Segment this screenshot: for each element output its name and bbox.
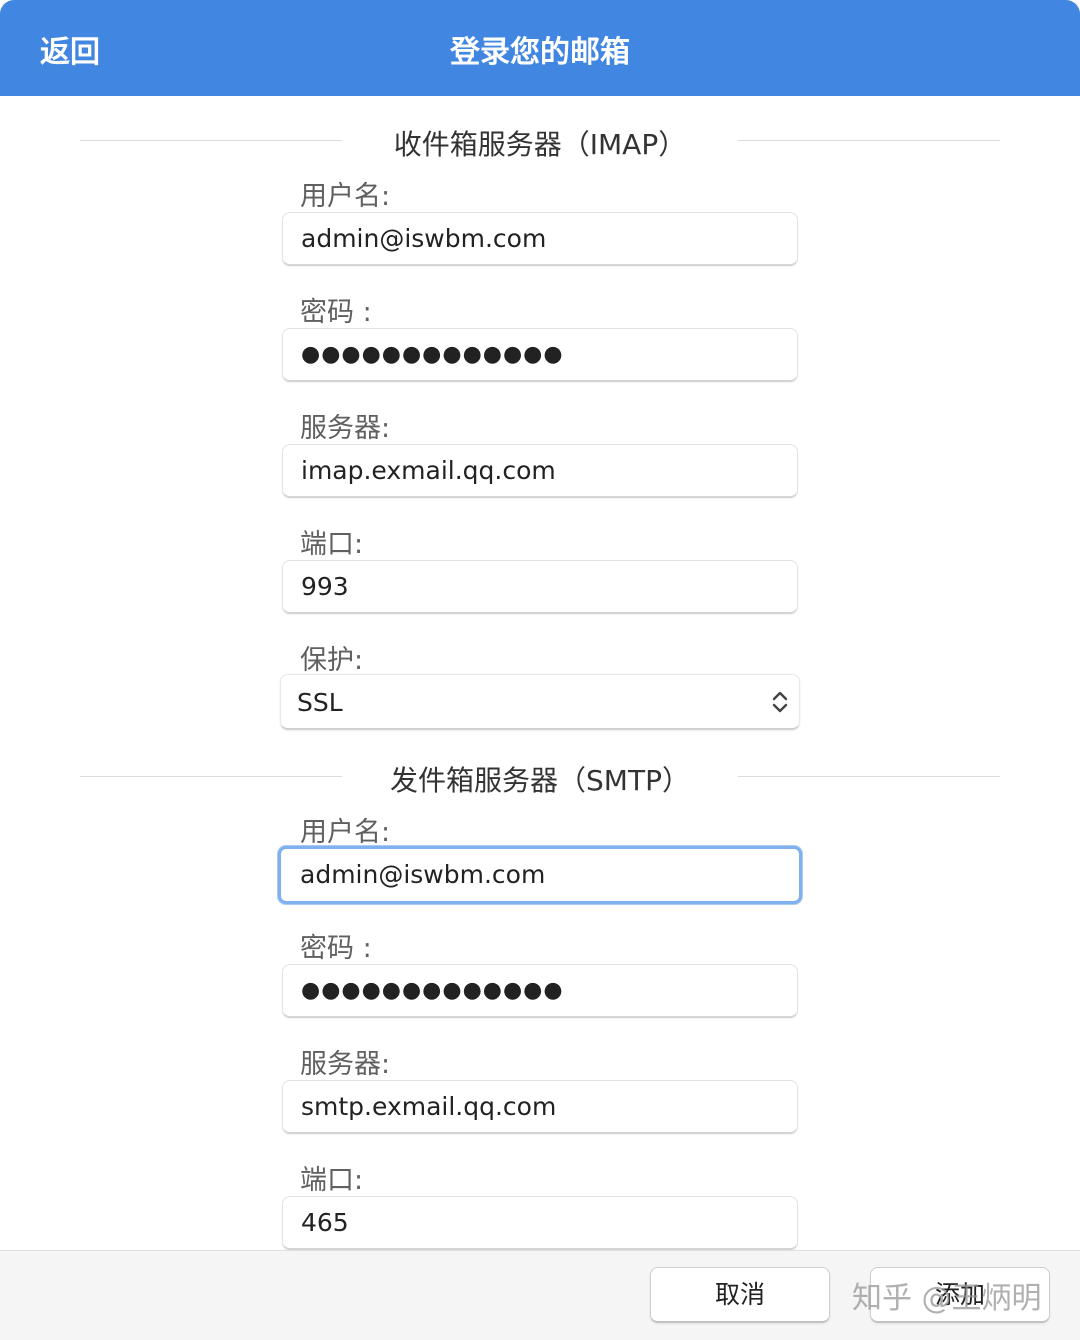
imap-username-input[interactable]: admin@iswbm.com — [282, 212, 798, 266]
footer-bar: 取消 添加 知乎 @王炳明 — [0, 1250, 1080, 1340]
imap-username-label: 用户名: — [300, 181, 391, 212]
smtp-server-input[interactable]: smtp.exmail.qq.com — [282, 1080, 798, 1134]
imap-port-input[interactable]: 993 — [282, 560, 798, 614]
imap-section-header: 收件箱服务器（IMAP） — [80, 120, 1000, 161]
smtp-port-label: 端口: — [300, 1165, 364, 1196]
cancel-button[interactable]: 取消 — [650, 1267, 830, 1323]
smtp-username-input[interactable]: admin@iswbm.com — [278, 846, 802, 904]
imap-server-input[interactable]: imap.exmail.qq.com — [282, 444, 798, 498]
smtp-server-label: 服务器: — [300, 1049, 391, 1080]
up-down-chevron-icon — [772, 691, 788, 713]
imap-password-label: 密码 : — [300, 297, 372, 328]
smtp-section-title: 发件箱服务器（SMTP） — [390, 764, 690, 797]
imap-protection-value: SSL — [297, 688, 343, 717]
imap-server-label: 服务器: — [300, 413, 391, 444]
imap-password-input[interactable]: ●●●●●●●●●●●●● — [282, 328, 798, 382]
form-content[interactable]: 收件箱服务器（IMAP） 用户名: admin@iswbm.com 密码 : ●… — [0, 96, 1080, 1250]
smtp-password-label: 密码 : — [300, 933, 372, 964]
imap-protection-label: 保护: — [300, 645, 364, 676]
smtp-username-label: 用户名: — [300, 817, 391, 848]
imap-port-label: 端口: — [300, 529, 364, 560]
title-bar: 返回 登录您的邮箱 — [0, 0, 1080, 96]
smtp-section-header: 发件箱服务器（SMTP） — [80, 756, 1000, 797]
watermark: 知乎 @王炳明 — [852, 1281, 1042, 1316]
page-title: 登录您的邮箱 — [450, 35, 630, 70]
smtp-port-input[interactable]: 465 — [282, 1196, 798, 1250]
divider-line — [738, 776, 1000, 777]
imap-section-title: 收件箱服务器（IMAP） — [393, 128, 687, 161]
imap-protection-select[interactable]: SSL — [280, 674, 800, 730]
smtp-password-input[interactable]: ●●●●●●●●●●●●● — [282, 964, 798, 1018]
divider-line — [738, 140, 1000, 141]
